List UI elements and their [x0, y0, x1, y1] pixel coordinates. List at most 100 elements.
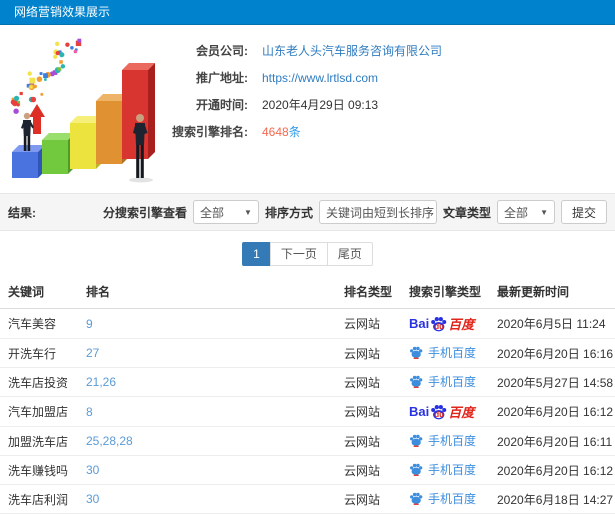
article-type-label: 文章类型 [442, 205, 491, 220]
open-time-value: 2020年4月29日 09:13 [262, 98, 379, 112]
info-row-opened: 开通时间: 2020年4月29日 09:13 [162, 91, 615, 118]
mobile-baidu-logo: 手机百度 [409, 490, 476, 507]
col-keyword: 关键词 [0, 275, 78, 309]
baidu-paw-icon: du [430, 316, 447, 332]
mobile-baidu-paw-icon [410, 375, 423, 388]
next-page-button[interactable]: 下一页 [269, 242, 328, 266]
engine-cell: Bai du 百度 [401, 338, 489, 368]
filter-controls: 分搜索引擎查看 全部 ▼ 排序方式 关键词由短到长排序 ▼ 文章类型 全部 ▼ … [103, 200, 607, 224]
top-section: 会员公司: 山东老人头汽车服务咨询有限公司 推广地址: https://www.… [0, 25, 615, 193]
up-arrow-icon [29, 104, 45, 134]
promo-url-link[interactable]: https://www.lrtlsd.com [262, 71, 378, 85]
rank-cell[interactable]: 8 [78, 396, 336, 427]
engine-cell: Bai du 百度 [401, 367, 489, 397]
article-type-select[interactable]: 全部 ▼ [496, 200, 555, 224]
engine-cell: Bai du 百度 [401, 513, 489, 520]
baidu-logo: Bai du 百度 [409, 316, 475, 332]
keyword-cell: 洗车店投资 [0, 367, 78, 397]
sort-select-value: 关键词由短到长排序 [325, 205, 434, 220]
rank-count-suffix: 条 [288, 125, 301, 139]
engine-select-value: 全部 [199, 205, 224, 220]
table-row: 洗车赚钱吗 30 云网站 Bai du 百度 [0, 455, 615, 485]
rank-type-cell: 云网站 [336, 513, 401, 520]
mobile-baidu-logo: 手机百度 [409, 344, 476, 361]
table-row: 汽车加盟店 8 云网站 Bai du 百度 2020年6月20日 16:12 [0, 396, 615, 427]
mobile-baidu-paw-icon [410, 492, 423, 505]
keyword-cell: 加盟洗车店 [0, 426, 78, 456]
page-1-button[interactable]: 1 [242, 242, 271, 266]
results-table: 关键词 排名 排名类型 搜索引擎类型 最新更新时间 汽车美容 9 云网站 Bai [0, 275, 615, 520]
mobile-baidu-paw-icon [410, 434, 423, 447]
table-row: 开洗车行 27 云网站 Bai du 百度 [0, 338, 615, 368]
engine-cell: Bai du 百度 [401, 455, 489, 485]
result-label: 结果: [8, 205, 36, 220]
rank-type-cell: 云网站 [336, 455, 401, 485]
table-row: 洗车店投资 21,26 云网站 Bai du 百度 [0, 367, 615, 397]
rank-type-cell: 云网站 [336, 484, 401, 514]
keyword-cell: 开洗车行 [0, 338, 78, 368]
rank-count-number: 4648 [262, 125, 289, 139]
rank-count-label: 搜索引擎排名: [172, 125, 248, 139]
company-link[interactable]: 山东老人头汽车服务咨询有限公司 [262, 42, 442, 59]
growth-chart-illustration [10, 38, 155, 183]
rank-type-cell: 云网站 [336, 396, 401, 427]
rank-cell[interactable]: 9 [78, 308, 336, 339]
table-row: 洗车店利润 30 云网站 Bai du 百度 [0, 484, 615, 514]
rank-cell[interactable]: 3 [78, 513, 336, 520]
keyword-cell: 汽车加盟店 [0, 396, 78, 427]
baidu-paw-icon: du [430, 404, 447, 420]
col-updated: 最新更新时间 [489, 275, 615, 309]
engine-filter-label: 分搜索引擎查看 [102, 205, 187, 220]
rank-cell[interactable]: 30 [78, 484, 336, 514]
mobile-baidu-paw-icon [410, 463, 423, 476]
sort-select[interactable]: 关键词由短到长排序 ▼ [318, 200, 450, 224]
engine-select[interactable]: 全部 ▼ [192, 200, 259, 224]
rank-count-value: 4648条 [262, 123, 301, 140]
engine-cell: Bai du 百度 [401, 484, 489, 514]
confetti-dots [10, 38, 82, 114]
pagination: 1 下一页 尾页 [0, 242, 615, 266]
updated-cell: 2020年6月20日 16:12 [489, 396, 615, 427]
updated-cell: 2020年6月20日 16:16 [489, 338, 615, 368]
engine-cell: Bai du 百度 [401, 426, 489, 456]
mobile-baidu-logo: 手机百度 [409, 373, 476, 390]
sort-label: 排序方式 [264, 205, 313, 220]
updated-cell: 2020年5月27日 14:58 [489, 367, 615, 397]
col-engine-type: 搜索引擎类型 [401, 275, 489, 309]
rank-type-cell: 云网站 [336, 338, 401, 368]
article-type-select-value: 全部 [503, 205, 528, 220]
table-row: 加盟洗车店 25,28,28 云网站 Bai du 百度 [0, 426, 615, 456]
app-header: 网络营销效果展示 [0, 0, 615, 25]
submit-button[interactable]: 提交 [560, 200, 607, 224]
rank-type-cell: 云网站 [336, 308, 401, 339]
info-row-url: 推广地址: https://www.lrtlsd.com [162, 64, 615, 91]
updated-cell: 2020年6月20日 16:11 [489, 426, 615, 456]
updated-cell: 2020年6月18日 14:27 [489, 484, 615, 514]
promo-url-label: 推广地址: [196, 71, 248, 85]
rank-cell[interactable]: 27 [78, 338, 336, 368]
col-rank-type: 排名类型 [336, 275, 401, 309]
table-header-row: 关键词 排名 排名类型 搜索引擎类型 最新更新时间 [0, 275, 615, 309]
info-row-company: 会员公司: 山东老人头汽车服务咨询有限公司 [162, 37, 615, 64]
keyword-cell: 洗车赚钱吗 [0, 455, 78, 485]
keyword-cell: 洗车店利润 [0, 484, 78, 514]
engine-cell: Bai du 百度 [401, 396, 489, 427]
rank-cell[interactable]: 30 [78, 455, 336, 485]
baidu-logo: Bai du 百度 [409, 404, 475, 420]
table-row: 洗车店加盟 3 云网站 Bai du 百度 [0, 513, 615, 520]
open-time-label: 开通时间: [196, 98, 248, 112]
updated-cell: 2020年6月18日 14:30 [489, 513, 615, 520]
rank-cell[interactable]: 21,26 [78, 367, 336, 397]
chevron-down-icon: ▼ [540, 207, 548, 217]
engine-cell: Bai du 百度 [401, 308, 489, 339]
chevron-down-icon: ▼ [244, 207, 252, 217]
company-label: 会员公司: [196, 44, 248, 58]
filter-bar: 结果: 分搜索引擎查看 全部 ▼ 排序方式 关键词由短到长排序 ▼ 文章类型 全… [0, 193, 615, 231]
mobile-baidu-logo: 手机百度 [409, 461, 476, 478]
keyword-cell: 洗车店加盟 [0, 513, 78, 520]
table-row: 汽车美容 9 云网站 Bai du 百度 2020年6月5日 11:24 [0, 308, 615, 339]
rank-cell[interactable]: 25,28,28 [78, 426, 336, 456]
last-page-button[interactable]: 尾页 [326, 242, 373, 266]
page-title: 网络营销效果展示 [14, 5, 111, 19]
mobile-baidu-logo: 手机百度 [409, 432, 476, 449]
